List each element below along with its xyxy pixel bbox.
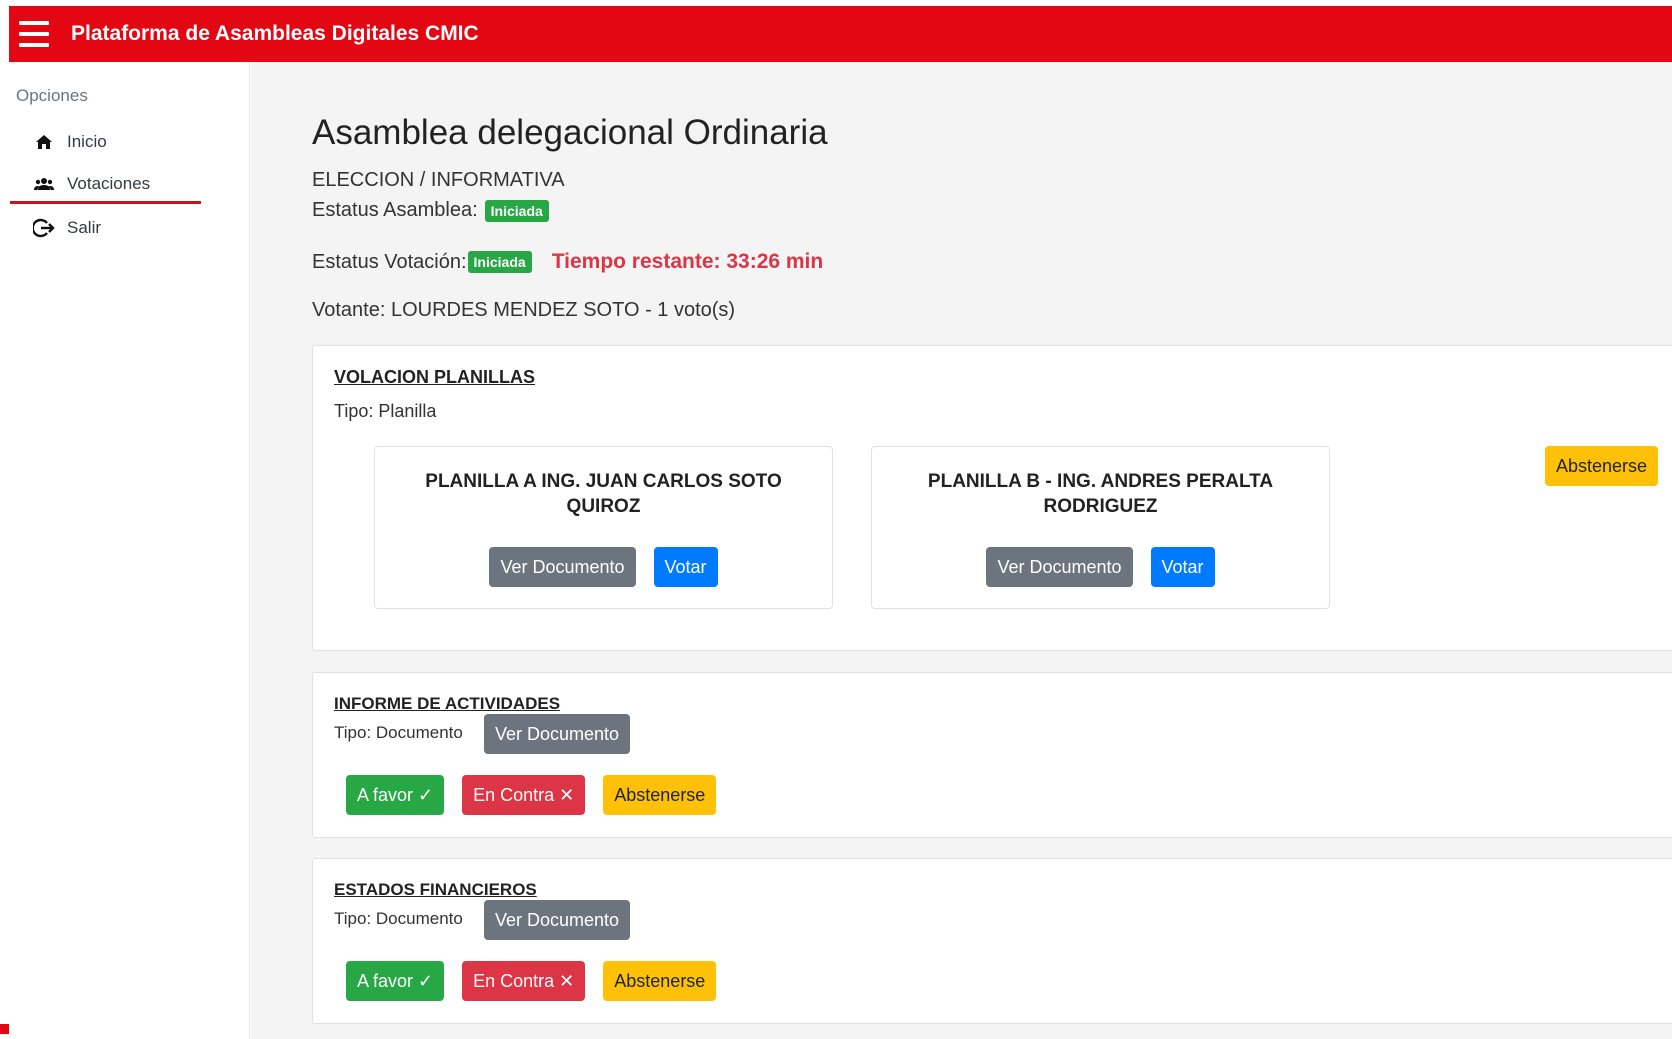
main-content: Asamblea delegacional Ordinaria ELECCION… xyxy=(251,62,1672,1039)
planilla-name: PLANILLA B - ING. ANDRES PERALTA RODRIGU… xyxy=(927,471,1274,517)
vote-favor-button[interactable]: A favor ✓ xyxy=(346,961,445,1001)
sidebar-item-votaciones[interactable]: Votaciones xyxy=(10,166,201,204)
vote-favor-button[interactable]: A favor ✓ xyxy=(346,775,445,815)
assembly-status-label: Estatus Asamblea: xyxy=(312,199,478,221)
vote-item-type: Tipo: Documento xyxy=(334,723,463,742)
vote-status-label: Estatus Votación: xyxy=(312,250,467,273)
planilla-card: PLANILLA A ING. JUAN CARLOS SOTO QUIROZ … xyxy=(374,446,833,609)
assembly-status-row: Estatus Asamblea: Iniciada xyxy=(312,199,549,222)
sidebar-marker xyxy=(0,1024,9,1034)
assembly-type: ELECCION / INFORMATIVA xyxy=(312,169,565,191)
top-navbar: Plataforma de Asambleas Digitales CMIC xyxy=(9,6,1672,62)
vote-item-title: INFORME DE ACTIVIDADES xyxy=(334,694,561,713)
view-document-button[interactable]: Ver Documento xyxy=(986,547,1133,587)
hamburger-menu-icon[interactable] xyxy=(19,21,49,47)
abstain-button[interactable]: Abstenerse xyxy=(603,775,717,815)
users-icon xyxy=(33,174,55,194)
sidebar-heading: Opciones xyxy=(16,86,88,105)
sidebar-item-label: Votaciones xyxy=(67,173,151,193)
abstain-button[interactable]: Abstenerse xyxy=(603,961,717,1001)
logout-icon xyxy=(33,218,55,238)
vote-item-card: INFORME DE ACTIVIDADES Tipo: Documento V… xyxy=(312,672,1672,838)
vote-item-card: ESTADOS FINANCIEROS Tipo: Documento Ver … xyxy=(312,858,1672,1024)
vote-item-card: VOLACION PLANILLAS Tipo: Planilla PLANIL… xyxy=(312,345,1672,651)
app-title: Plataforma de Asambleas Digitales CMIC xyxy=(71,22,479,45)
planilla-name: PLANILLA A ING. JUAN CARLOS SOTO QUIROZ xyxy=(425,471,782,517)
vote-status-badge: Iniciada xyxy=(467,251,532,273)
abstain-button[interactable]: Abstenerse xyxy=(1545,446,1659,486)
page-title: Asamblea delegacional Ordinaria xyxy=(312,113,828,152)
assembly-status-badge: Iniciada xyxy=(484,199,549,222)
view-document-button[interactable]: Ver Documento xyxy=(484,900,631,940)
home-icon xyxy=(33,132,55,152)
sidebar-item-salir[interactable]: Salir xyxy=(10,209,201,247)
sidebar-item-label: Salir xyxy=(67,218,102,237)
vote-item-title: VOLACION PLANILLAS xyxy=(334,367,535,387)
vote-status-row: Estatus Votación: Iniciada Tiempo restan… xyxy=(312,250,823,274)
sidebar-item-label: Inicio xyxy=(67,132,107,151)
view-document-button[interactable]: Ver Documento xyxy=(489,547,636,587)
vote-button[interactable]: Votar xyxy=(653,547,718,587)
vote-item-title: ESTADOS FINANCIEROS xyxy=(334,880,537,899)
view-document-button[interactable]: Ver Documento xyxy=(484,714,631,754)
vote-button[interactable]: Votar xyxy=(1150,547,1215,587)
vote-contra-button[interactable]: En Contra ✕ xyxy=(462,775,586,815)
time-remaining: Tiempo restante: 33:26 min xyxy=(551,250,824,273)
vote-contra-button[interactable]: En Contra ✕ xyxy=(462,961,586,1001)
sidebar-item-inicio[interactable]: Inicio xyxy=(10,123,201,161)
voter-info: Votante: LOURDES MENDEZ SOTO - 1 voto(s) xyxy=(312,299,736,321)
sidebar: Opciones Inicio Votaciones Salir xyxy=(0,62,250,1039)
vote-item-type: Tipo: Planilla xyxy=(334,401,437,421)
planilla-card: PLANILLA B - ING. ANDRES PERALTA RODRIGU… xyxy=(871,446,1330,609)
vote-item-type: Tipo: Documento xyxy=(334,909,463,928)
